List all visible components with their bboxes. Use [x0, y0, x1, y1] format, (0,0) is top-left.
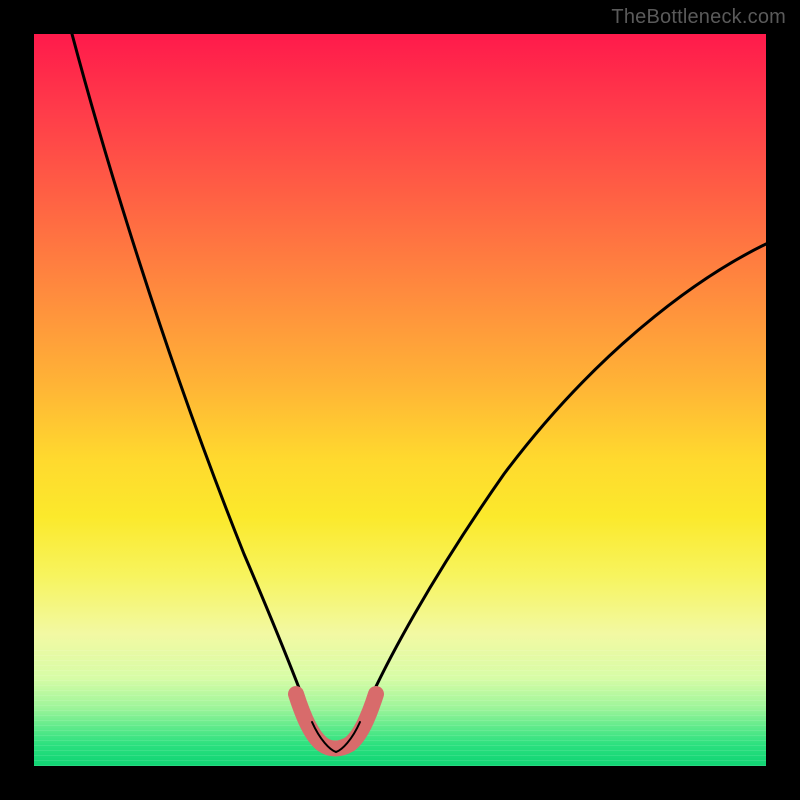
curve-valley-highlight: [296, 694, 376, 749]
chart-frame: TheBottleneck.com: [0, 0, 800, 800]
curve-right-branch: [360, 244, 766, 722]
curve-layer: [34, 34, 766, 766]
watermark-text: TheBottleneck.com: [611, 6, 786, 29]
plot-area: [34, 34, 766, 766]
curve-left-branch: [72, 34, 312, 722]
